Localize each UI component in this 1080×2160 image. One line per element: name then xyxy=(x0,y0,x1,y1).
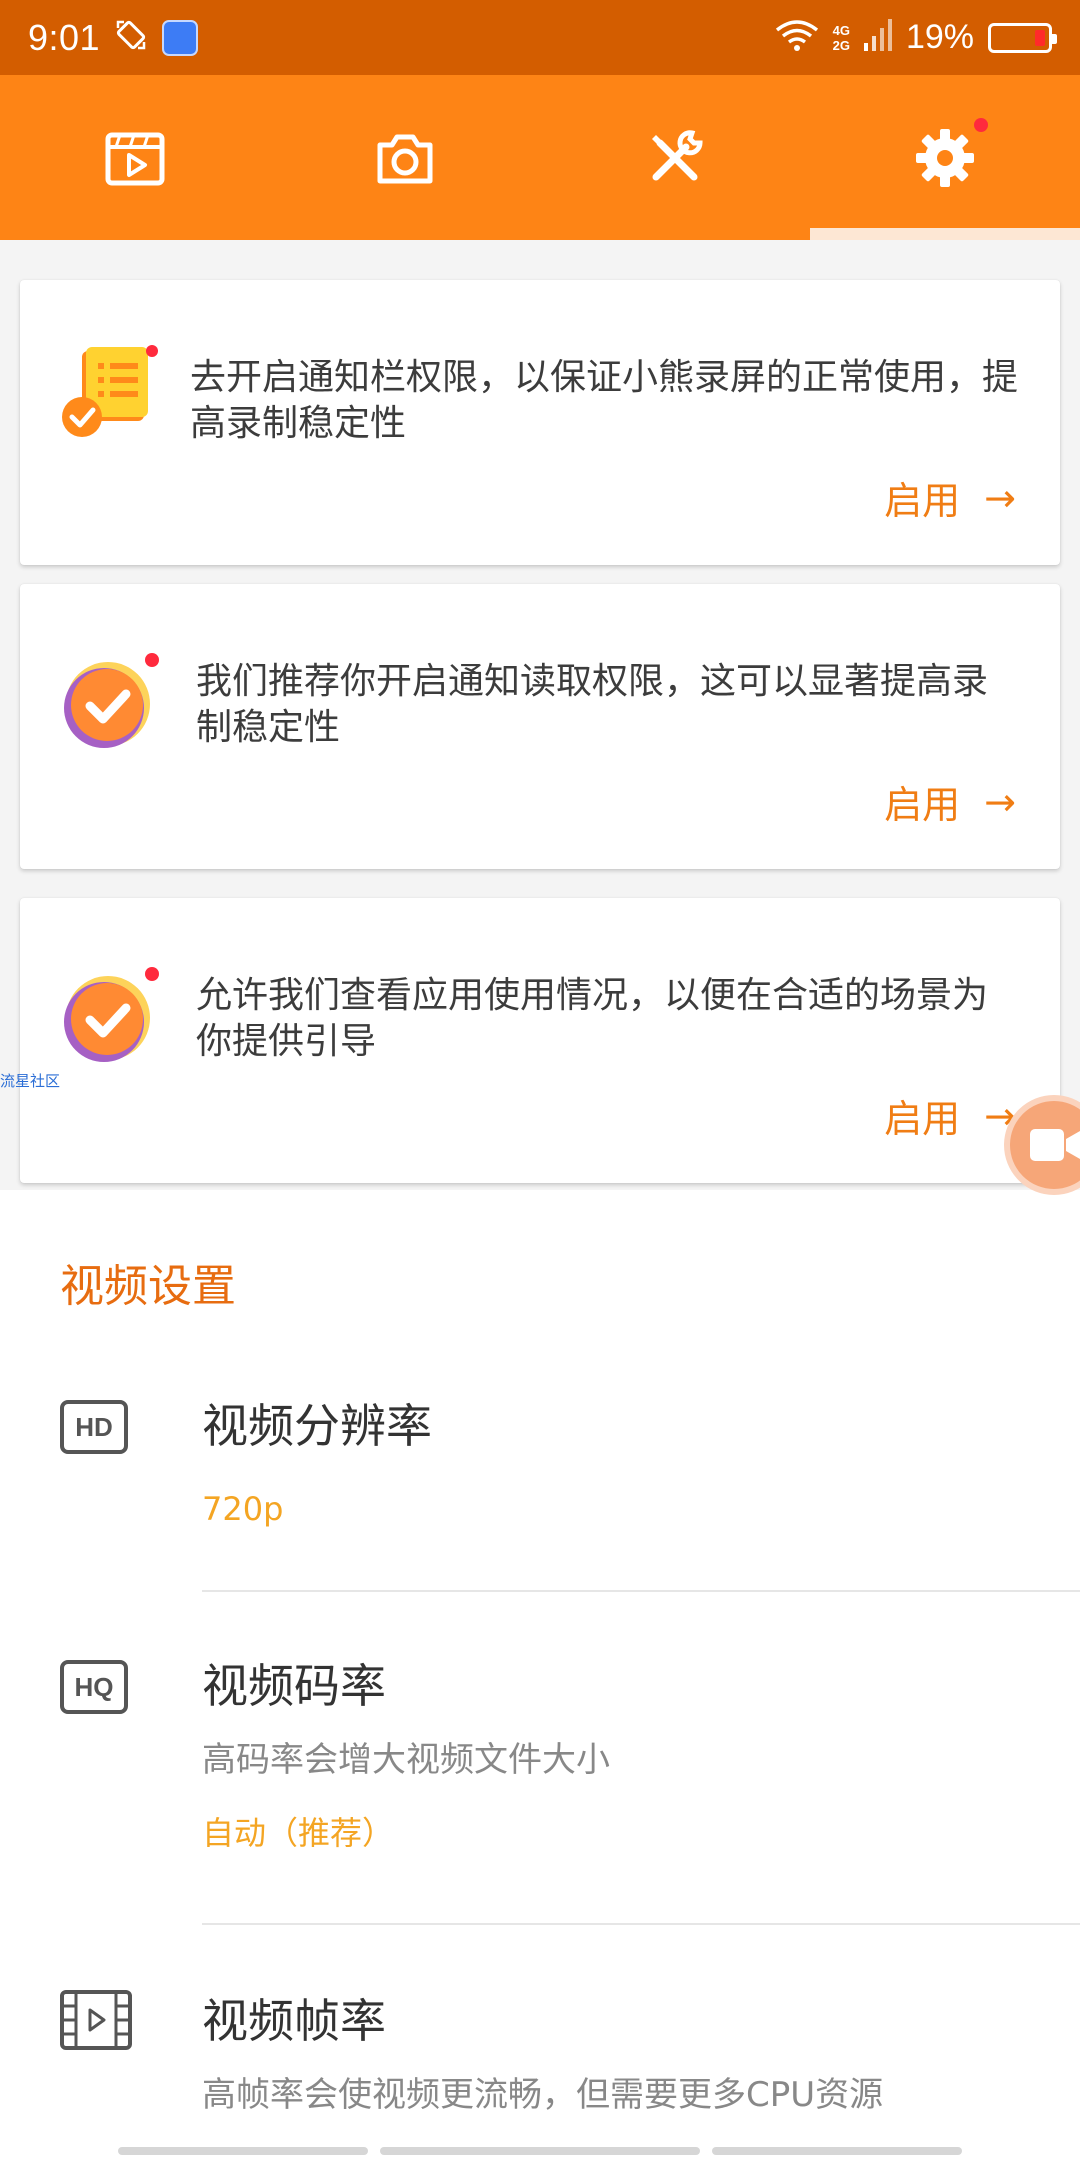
status-bar: 9:01 4G 2G 19% xyxy=(0,0,1080,75)
setting-value: 自动（推荐） xyxy=(202,1814,395,1852)
arrow-right-icon: → xyxy=(984,475,1016,520)
rotate-icon xyxy=(114,18,148,57)
wifi-icon xyxy=(775,18,819,57)
enable-label: 启用 xyxy=(884,479,961,523)
tab-tools[interactable] xyxy=(540,75,810,240)
tab-settings[interactable] xyxy=(810,75,1080,240)
enable-label: 启用 xyxy=(884,783,961,827)
clapperboard-icon xyxy=(105,132,165,185)
nav-indicator-right xyxy=(712,2147,962,2155)
setting-title: 视频帧率 xyxy=(202,1994,386,2048)
permission-card-notification-bar: 去开启通知栏权限，以保证小熊录屏的正常使用，提高录制稳定性 启用 → xyxy=(20,280,1060,565)
enable-label: 启用 xyxy=(884,1097,961,1141)
tab-screenshot[interactable] xyxy=(270,75,540,240)
gear-icon xyxy=(916,128,974,187)
app-notification-icon xyxy=(162,19,199,56)
top-tab-bar xyxy=(0,75,1080,240)
setting-value: 720p xyxy=(202,1490,284,1528)
divider xyxy=(202,1590,1080,1592)
setting-subtitle: 高码率会增大视频文件大小 xyxy=(202,1740,610,1780)
setting-title: 视频码率 xyxy=(202,1659,386,1713)
network-type: 4G 2G xyxy=(833,23,850,53)
hq-badge: HQ xyxy=(60,1660,128,1714)
video-settings-section: 视频设置 HD 视频分辨率 720p HQ 视频码率 高码率会增大视频文件大小 … xyxy=(0,1190,1080,2160)
tools-icon xyxy=(652,129,703,180)
tab-video-list[interactable] xyxy=(0,75,270,240)
nav-indicator-center xyxy=(380,2147,700,2155)
permission-card-notification-read: 我们推荐你开启通知读取权限，这可以显著提高录制稳定性 启用 → xyxy=(20,584,1060,869)
setting-title: 视频分辨率 xyxy=(202,1399,432,1453)
hd-badge: HD xyxy=(60,1400,128,1454)
network-top: 4G xyxy=(832,22,850,38)
setting-row-resolution[interactable]: HD 视频分辨率 720p xyxy=(0,1390,1080,1680)
settings-notification-dot xyxy=(974,118,988,132)
battery-icon xyxy=(988,22,1057,53)
enable-button[interactable]: 启用 → xyxy=(884,774,1016,829)
notification-list-icon xyxy=(62,345,158,437)
hd-icon: HD xyxy=(60,1400,132,1460)
setting-row-framerate[interactable]: 视频帧率 高帧率会使视频更流畅，但需要更多CPU资源 xyxy=(0,1985,1080,2155)
setting-subtitle: 高帧率会使视频更流畅，但需要更多CPU资源 xyxy=(202,2075,884,2115)
section-title: 视频设置 xyxy=(60,1261,236,1312)
enable-button[interactable]: 启用 → xyxy=(884,1088,1016,1143)
enable-button[interactable]: 启用 → xyxy=(884,470,1016,525)
watermark-text: 流星社区 xyxy=(0,1072,61,1090)
card-text: 去开启通知栏权限，以保证小熊录屏的正常使用，提高录制稳定性 xyxy=(190,357,1019,444)
nav-indicator-left xyxy=(118,2147,368,2155)
video-camera-icon xyxy=(1030,1129,1080,1161)
status-time: 9:01 xyxy=(28,16,101,58)
card-text: 允许我们查看应用使用情况，以便在合适的场景为你提供引导 xyxy=(196,975,989,1062)
permission-card-usage-access: 允许我们查看应用使用情况，以便在合适的场景为你提供引导 启用 → xyxy=(20,898,1060,1183)
card-text: 我们推荐你开启通知读取权限，这可以显著提高录制稳定性 xyxy=(196,661,989,748)
check-circle-icon xyxy=(64,967,159,1062)
hq-icon: HQ xyxy=(60,1660,132,1720)
active-tab-indicator xyxy=(810,228,1080,240)
signal-icon xyxy=(863,19,892,56)
film-icon xyxy=(60,1990,132,2050)
arrow-right-icon: → xyxy=(984,779,1016,824)
network-bottom: 2G xyxy=(832,37,850,53)
battery-percent: 19% xyxy=(905,18,974,56)
setting-row-bitrate[interactable]: HQ 视频码率 高码率会增大视频文件大小 自动（推荐） xyxy=(0,1650,1080,1950)
divider xyxy=(202,1923,1080,1925)
check-circle-icon xyxy=(64,653,159,748)
camera-icon xyxy=(377,134,433,183)
